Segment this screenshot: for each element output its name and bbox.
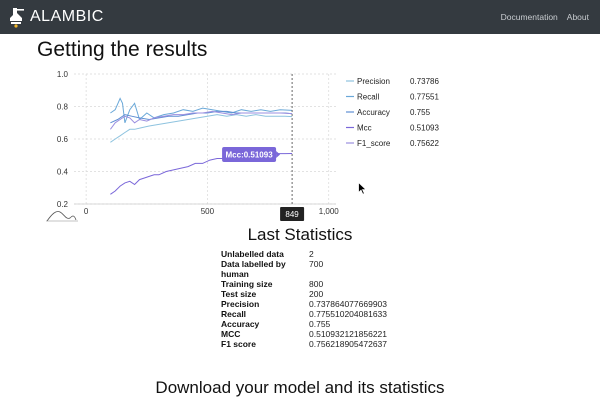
nav-link-documentation[interactable]: Documentation: [501, 12, 558, 22]
y-tick-label: 1.0: [57, 70, 69, 79]
chart-range-selector[interactable]: [46, 211, 78, 222]
stats-label: Recall: [221, 309, 247, 319]
legend-label: Mcc: [357, 124, 372, 133]
chart-axes: 0.2 0.4 0.6 0.8 1.0 0 500 1,000: [57, 70, 339, 216]
stats-label: Precision: [221, 299, 260, 309]
download-title: Download your model and its statistics: [155, 378, 445, 397]
stats-label: Test size: [221, 289, 257, 299]
legend-label: F1_score: [357, 139, 391, 148]
stats-row-f1-score: F1 score 0.756218905472637: [221, 339, 387, 349]
stats-label: Training size: [221, 279, 273, 289]
stats-value: 0.775510204081633: [309, 309, 387, 319]
legend-value: 0.73786: [410, 77, 439, 86]
stats-value: 200: [309, 289, 324, 299]
stats-row-precision: Precision 0.737864077669903: [221, 299, 387, 309]
stats-row-test-size: Test size 200: [221, 289, 387, 299]
legend-label: Precision: [357, 77, 390, 86]
stats-label: F1 score: [221, 339, 256, 349]
stats-label: Accuracy: [221, 319, 260, 329]
hover-x-label: 849: [285, 210, 299, 219]
stats-row-recall: Recall 0.775510204081633: [221, 309, 387, 319]
x-tick-label: 0: [84, 207, 89, 216]
stats-label: MCC: [221, 329, 241, 339]
mouse-cursor-icon: [358, 182, 367, 195]
results-line-chart[interactable]: 0.20.40.60.81.00 500 1,000 Mcc:0.51093849 …: [0, 64, 600, 228]
legend-label: Accuracy: [357, 108, 390, 117]
y-tick-label: 0.6: [57, 135, 69, 144]
stats-row-unlabelled: Unlabelled data 2: [221, 249, 387, 259]
chart-hover: Mcc:0.51093 849: [222, 74, 305, 221]
stats-value: 0.510932121856221: [309, 329, 387, 339]
series-line-precision: [110, 114, 293, 143]
x-tick-label: 1,000: [319, 207, 340, 216]
stats-row-mcc: MCC 0.510932121856221: [221, 329, 387, 339]
stats-value: 0.737864077669903: [309, 299, 387, 309]
stats-value: 2: [309, 249, 314, 259]
legend-label: Recall: [357, 93, 379, 102]
x-tick-label: 500: [201, 207, 215, 216]
stats-row-labelled-by-human: Data labelled by human 700: [221, 259, 387, 279]
y-tick-label: 0.2: [57, 200, 69, 209]
nav-link-about[interactable]: About: [567, 12, 589, 22]
stats-row-accuracy: Accuracy 0.755: [221, 319, 387, 329]
stats-value: 0.756218905472637: [309, 339, 387, 349]
legend-value: 0.755: [410, 108, 431, 117]
chart-legend: Precision 0.73786 Recall 0.77551 Accuracy 0.7…: [346, 77, 439, 148]
hover-tooltip-arrow: [276, 150, 281, 158]
stats-label: Unlabelled data: [221, 249, 284, 259]
stats-value: 0.755: [309, 319, 331, 329]
legend-value: 0.75622: [410, 139, 439, 148]
alembic-logo-icon: [10, 8, 24, 28]
stats-title: Last Statistics: [247, 225, 353, 244]
legend-value: 0.77551: [410, 93, 439, 102]
stats-label: Data labelled by human: [221, 259, 286, 279]
stats-value: 800: [309, 279, 324, 289]
y-tick-label: 0.8: [57, 103, 69, 112]
legend-value: 0.51093: [410, 124, 439, 133]
series-line-recall: [110, 97, 293, 123]
chart-series: [109, 97, 293, 195]
page-title: Getting the results: [37, 38, 208, 61]
chart-grid: [74, 73, 336, 205]
y-tick-label: 0.4: [57, 168, 69, 177]
stats-value: 700: [309, 259, 324, 269]
range-selector-sparkline: [46, 211, 77, 222]
navbar: ALAMBIC Documentation About: [0, 0, 600, 34]
stats-table: Unlabelled data 2 Data labelled by human…: [221, 249, 387, 349]
stats-row-training-size: Training size 800: [221, 279, 387, 289]
brand-name: ALAMBIC: [30, 8, 104, 25]
nav-links: Documentation About: [492, 0, 589, 34]
hover-tooltip-label: Mcc:0.51093: [226, 150, 274, 159]
brand[interactable]: ALAMBIC: [8, 6, 104, 28]
